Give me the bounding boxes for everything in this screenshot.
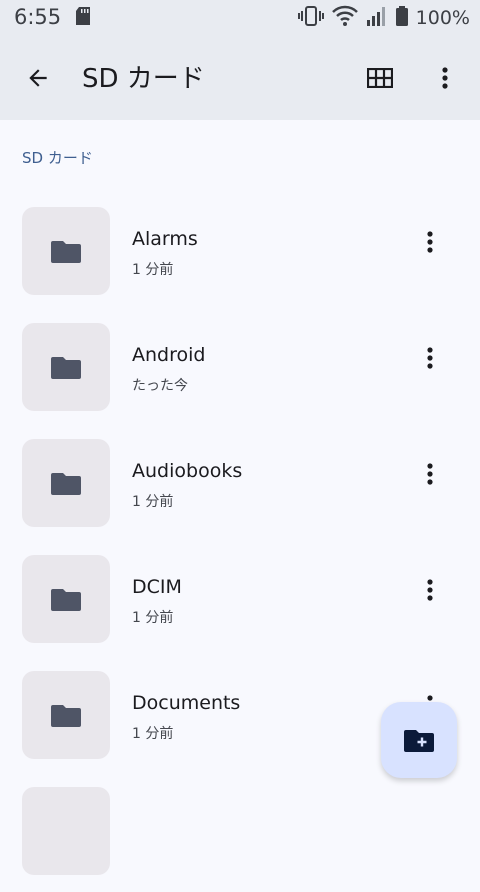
breadcrumb[interactable]: SD カード: [22, 147, 93, 168]
create-folder-fab[interactable]: [381, 702, 457, 778]
folder-modified: 1 分前: [132, 494, 174, 510]
folder-name: DCIM: [132, 576, 182, 598]
item-menu-button[interactable]: [412, 224, 448, 260]
folder-name: Audiobooks: [132, 460, 243, 482]
more-vert-icon: [427, 231, 433, 253]
sd-card-status-icon: [76, 7, 90, 29]
folder-icon: [51, 705, 81, 727]
create-new-folder-icon: [404, 730, 434, 752]
folder-list: Alarms 1 分前 Android たった今 Audiobooks 1 分前…: [0, 196, 480, 892]
folder-icon: [51, 357, 81, 379]
grid-view-icon: [367, 68, 393, 88]
folder-modified: 1 分前: [132, 262, 174, 278]
status-time: 6:55: [14, 5, 62, 29]
folder-modified: 1 分前: [132, 610, 174, 626]
folder-name: Android: [132, 344, 206, 366]
item-menu-button[interactable]: [412, 456, 448, 492]
folder-name: Alarms: [132, 228, 198, 250]
folder-modified: たった今: [132, 378, 188, 394]
more-vert-icon: [442, 67, 448, 89]
folder-icon: [51, 589, 81, 611]
folder-icon: [51, 241, 81, 263]
item-menu-button[interactable]: [412, 340, 448, 376]
more-vert-icon: [427, 463, 433, 485]
folder-thumbnail: [22, 323, 110, 411]
app-bar: SD カード: [0, 36, 480, 120]
folder-icon: [51, 473, 81, 495]
grid-view-button[interactable]: [360, 58, 400, 98]
vibrate-icon: [297, 5, 324, 31]
folder-thumbnail: [22, 439, 110, 527]
list-item[interactable]: DCIM 1 分前: [0, 544, 480, 660]
status-bar: 6:55 100%: [0, 0, 480, 36]
page-title: SD カード: [82, 64, 205, 94]
back-button[interactable]: [20, 60, 56, 96]
arrow-back-icon: [29, 69, 47, 87]
list-item[interactable]: Android たった今: [0, 312, 480, 428]
folder-thumbnail: [22, 671, 110, 759]
folder-thumbnail: [22, 787, 110, 875]
battery-percent: 100%: [415, 7, 470, 29]
folder-name: Documents: [132, 692, 241, 714]
folder-thumbnail: [22, 207, 110, 295]
item-menu-button[interactable]: [412, 572, 448, 608]
overflow-menu-button[interactable]: [425, 58, 465, 98]
list-item-partial[interactable]: [0, 776, 480, 892]
signal-icon: [366, 6, 388, 30]
list-item[interactable]: Alarms 1 分前: [0, 196, 480, 312]
more-vert-icon: [427, 347, 433, 369]
battery-icon: [395, 6, 408, 30]
list-item[interactable]: Audiobooks 1 分前: [0, 428, 480, 544]
more-vert-icon: [427, 579, 433, 601]
folder-modified: 1 分前: [132, 726, 174, 742]
wifi-icon: [331, 5, 358, 31]
folder-thumbnail: [22, 555, 110, 643]
